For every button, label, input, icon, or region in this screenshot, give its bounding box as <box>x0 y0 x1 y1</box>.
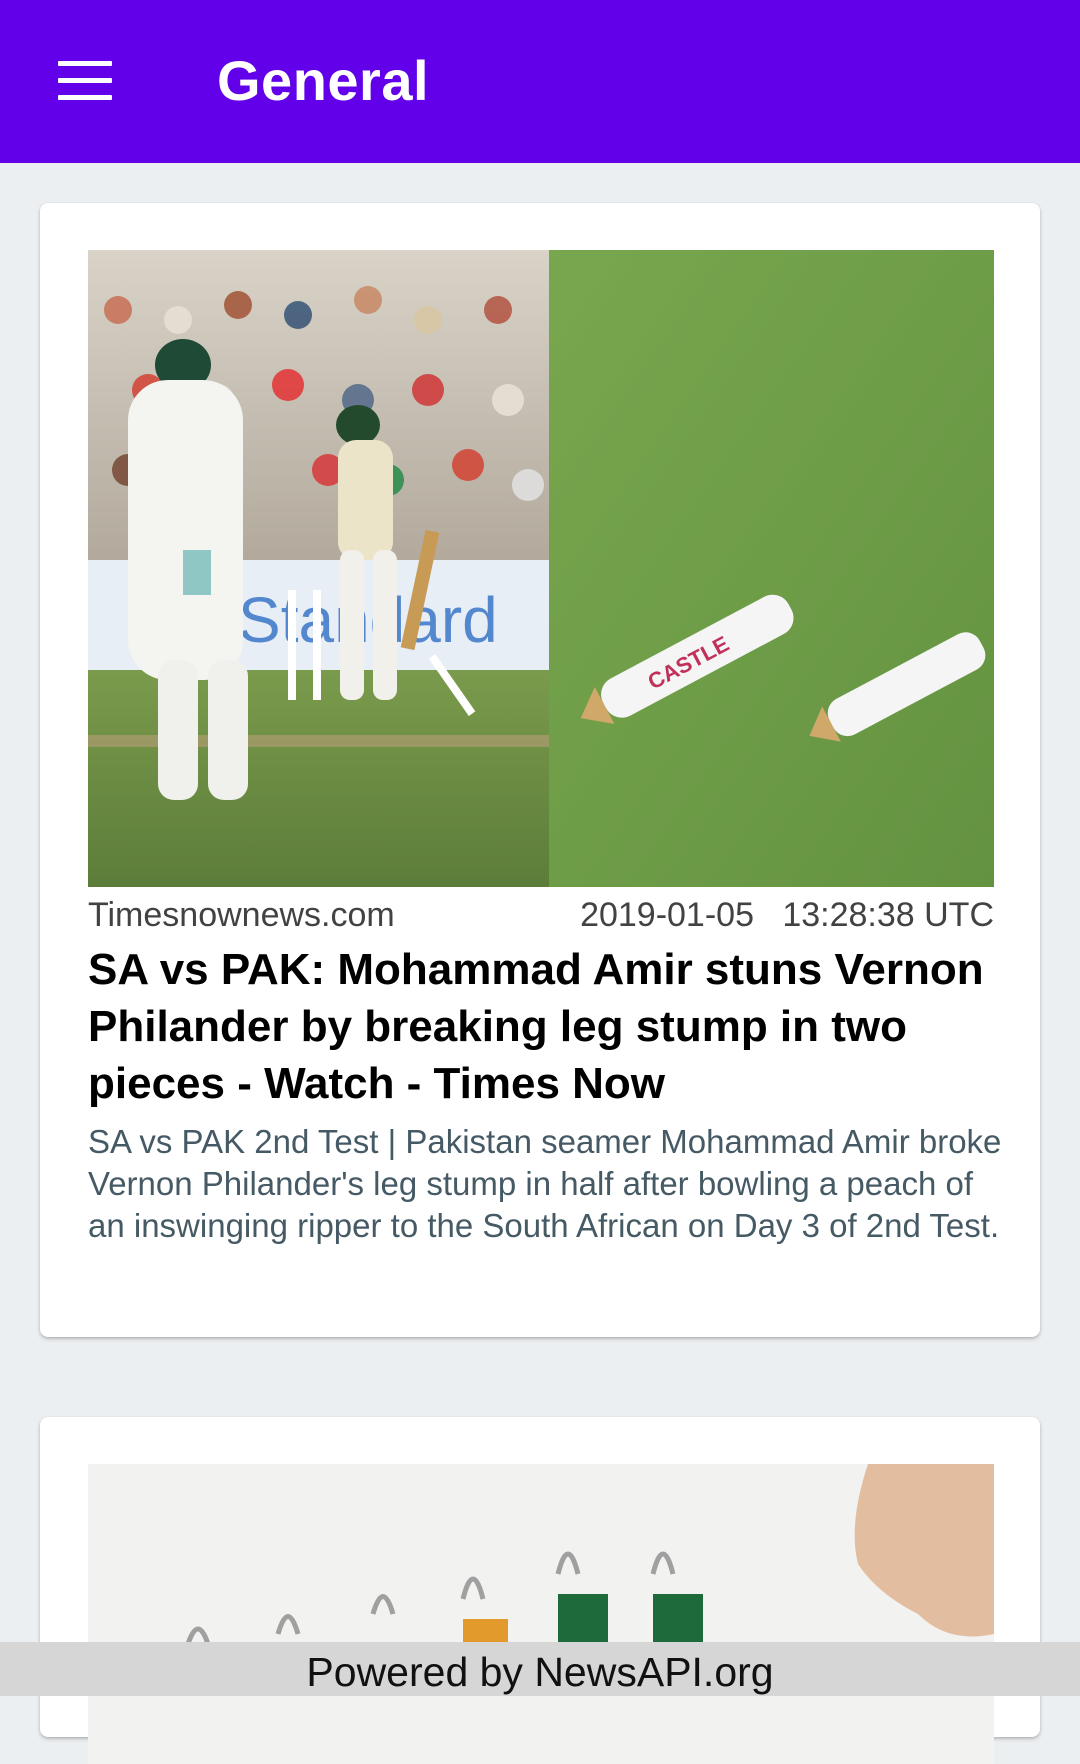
article-date: 2019-01-05 <box>580 896 754 934</box>
article-image[interactable]: Standard CASTLE <box>88 250 994 887</box>
app-bar: General <box>0 0 1080 163</box>
article-card[interactable]: Standard CASTLE Timesnownews.com 2019-01… <box>40 203 1040 1337</box>
article-source: Timesnownews.com <box>88 896 395 934</box>
article-title[interactable]: SA vs PAK: Mohammad Amir stuns Vernon Ph… <box>88 941 998 1112</box>
article-time: 13:28:38 UTC <box>782 896 994 934</box>
page-title: General <box>217 49 430 112</box>
article-timestamp: 2019-01-05 13:28:38 UTC <box>580 896 994 935</box>
menu-icon <box>58 55 112 106</box>
article-meta: Timesnownews.com 2019-01-05 13:28:38 UTC <box>88 892 994 936</box>
article-image[interactable] <box>88 1464 994 1764</box>
menu-button[interactable] <box>40 42 130 118</box>
sponsor-text: Standard <box>238 584 498 656</box>
article-description: SA vs PAK 2nd Test | Pakistan seamer Moh… <box>88 1123 1002 1244</box>
powered-by-footer[interactable]: Powered by NewsAPI.org <box>0 1642 1080 1696</box>
